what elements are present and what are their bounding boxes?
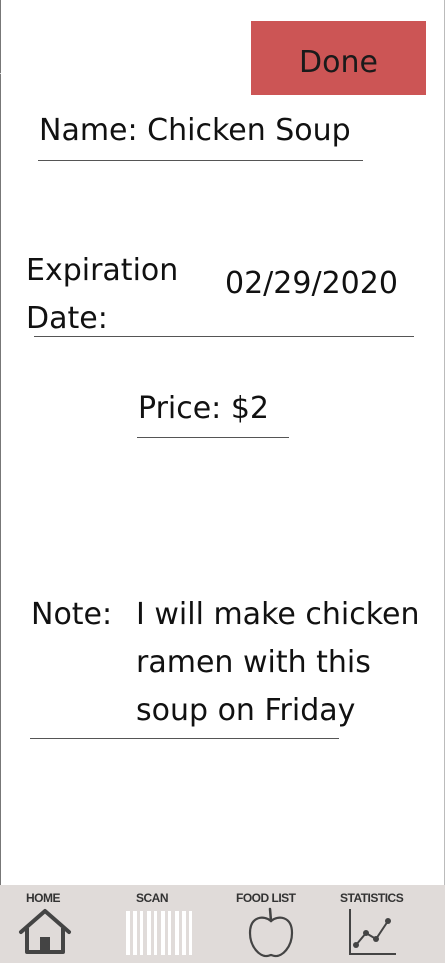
nav-statistics-label: STATISTICS: [340, 891, 404, 905]
nav-food-list-label: FOOD LIST: [236, 891, 296, 905]
price-field[interactable]: Price: $2: [138, 385, 269, 433]
nav-home-label: HOME: [26, 891, 61, 905]
note-field[interactable]: I will make chicken ramen with this soup…: [136, 591, 436, 735]
apple-icon: [248, 907, 294, 958]
nav-home[interactable]: HOME: [14, 885, 76, 963]
done-button[interactable]: Done: [251, 21, 426, 95]
nav-statistics[interactable]: STATISTICS: [338, 885, 412, 963]
expiration-label-line1: Expiration: [26, 253, 179, 288]
nav-scan[interactable]: SCAN: [122, 885, 194, 963]
name-field[interactable]: Name: Chicken Soup: [39, 107, 351, 155]
barcode-icon: [126, 911, 192, 955]
note-label: Note:: [31, 597, 113, 632]
expiration-date-field[interactable]: 02/29/2020: [225, 260, 398, 308]
price-underline: [137, 437, 289, 438]
nav-food-list[interactable]: FOOD LIST: [232, 885, 308, 963]
home-icon: [19, 909, 71, 954]
expiration-label: Expiration Date:: [26, 247, 178, 343]
name-underline: [38, 160, 363, 161]
nav-scan-label: SCAN: [136, 891, 169, 905]
bottom-nav: HOME SCAN FOOD LIST STATISTICS: [0, 885, 445, 963]
line-chart-icon: [349, 909, 396, 955]
frame-notch: [0, 73, 1, 74]
expiration-underline: [34, 336, 414, 337]
note-underline: [30, 738, 339, 739]
